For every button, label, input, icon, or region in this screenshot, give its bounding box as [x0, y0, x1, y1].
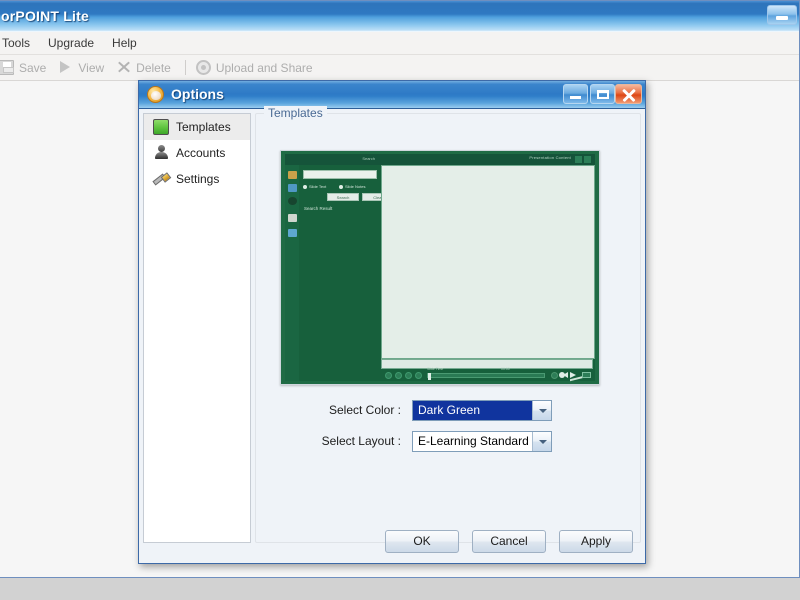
sidebar-item-settings[interactable]: Settings [144, 166, 250, 192]
preview-search-button: Search [327, 193, 359, 201]
dialog-titlebar: Options [139, 81, 645, 109]
menu-item-tools[interactable]: Tools [0, 33, 39, 53]
preview-seek-time: 00:00 [501, 367, 510, 371]
menu-item-help[interactable]: Help [103, 33, 146, 53]
minimize-icon [570, 96, 581, 99]
close-x-icon [116, 60, 131, 75]
menu-item-upgrade[interactable]: Upgrade [39, 33, 103, 53]
groupbox-legend: Templates [264, 106, 327, 120]
preview-record-icon [559, 372, 565, 378]
toolbar-view-label: View [78, 60, 105, 75]
preview-search-label: Search [362, 156, 375, 161]
preview-search-panel: Search Slide Text Slide Notes Search Cle… [299, 156, 394, 381]
application-minimize-button[interactable] [767, 5, 797, 25]
toolbar-delete-label: Delete [136, 60, 171, 75]
select-layout-row: Select Layout : E-Learning Standard [256, 431, 640, 453]
toolbar: Save View Delete Upload and Share [0, 55, 799, 81]
select-layout-value: E-Learning Standard [418, 434, 529, 448]
accounts-person-icon [153, 145, 169, 161]
options-app-icon [147, 86, 164, 103]
preview-seek-label: Slide Time [427, 367, 444, 371]
toolbar-separator [184, 60, 186, 75]
toolbar-upload-label: Upload and Share [215, 60, 313, 75]
apply-button[interactable]: Apply [559, 530, 633, 553]
preview-icon-rail [285, 165, 299, 381]
dialog-maximize-button[interactable] [590, 84, 615, 104]
dialog-close-button[interactable] [615, 84, 642, 104]
toolbar-view-button[interactable]: View [54, 58, 112, 77]
preview-search-result-label: Search Result [304, 206, 333, 211]
toolbar-save-button[interactable]: Save [0, 58, 54, 77]
application-title: orPOINT Lite [1, 8, 89, 24]
play-icon [58, 60, 73, 75]
sidebar-item-templates[interactable]: Templates [144, 114, 250, 140]
preview-seek-bar [427, 372, 545, 380]
dialog-minimize-button[interactable] [563, 84, 588, 104]
preview-control-icon-3 [405, 371, 412, 379]
preview-mute-icon [551, 371, 558, 379]
templates-icon [153, 119, 169, 135]
sidebar-item-label: Accounts [176, 146, 226, 160]
preview-seek-knob [428, 372, 431, 380]
preview-radio-slide-text: Slide Text [302, 184, 327, 189]
dialog-title: Options [171, 86, 224, 102]
preview-slide-area [381, 165, 595, 359]
sidebar-item-label: Templates [176, 120, 231, 134]
preview-control-icon-2 [395, 371, 402, 379]
maximize-icon [597, 90, 609, 99]
toolbar-delete-button[interactable]: Delete [112, 58, 179, 77]
upload-icon [195, 60, 211, 75]
select-layout-dropdown[interactable]: E-Learning Standard [412, 431, 552, 452]
preview-rail-thumbnails-icon [287, 184, 297, 192]
preview-control-icon-4 [415, 371, 422, 379]
templates-groupbox: Templates Presentation Content Search Sl… [255, 106, 641, 543]
preview-fullscreen-icon [582, 372, 591, 378]
preview-player-controls: Slide Time 00:00 [381, 367, 595, 382]
sidebar-item-accounts[interactable]: Accounts [144, 140, 250, 166]
ok-button[interactable]: OK [385, 530, 459, 553]
select-color-value: Dark Green [413, 401, 532, 420]
dialog-action-buttons: OK Cancel Apply [385, 530, 633, 553]
chevron-down-icon[interactable] [532, 401, 551, 420]
template-preview-thumbnail[interactable]: Presentation Content Search Slide Text S… [280, 150, 600, 385]
menu-bar: Tools Upgrade Help [0, 32, 799, 55]
toolbar-save-label: Save [19, 60, 47, 75]
preview-control-icon-1 [385, 371, 392, 379]
select-color-dropdown[interactable]: Dark Green [412, 400, 552, 421]
options-sidebar: Templates Accounts Settings [143, 113, 251, 543]
cancel-button[interactable]: Cancel [472, 530, 546, 553]
preview-header-button-1 [575, 156, 582, 163]
application-titlebar: orPOINT Lite [0, 1, 799, 32]
sidebar-item-label: Settings [176, 172, 220, 186]
select-color-row: Select Color : Dark Green [256, 400, 640, 422]
select-layout-label: Select Layout : [321, 434, 401, 448]
preview-search-input [303, 170, 377, 179]
preview-header-bar: Presentation Content [285, 154, 595, 165]
preview-rail-outline-icon [287, 171, 297, 179]
preview-header-button-2 [584, 156, 591, 163]
preview-rail-notes-icon [287, 214, 297, 222]
preview-notes-area [381, 359, 593, 369]
preview-play-icon [570, 372, 576, 378]
preview-radio-slide-notes: Slide Notes [338, 184, 366, 189]
save-icon [0, 60, 14, 75]
chevron-down-icon[interactable] [532, 432, 551, 451]
select-color-label: Select Color : [328, 403, 401, 417]
toolbar-upload-and-share-button[interactable]: Upload and Share [192, 58, 321, 77]
dialog-content: Templates Accounts Settings Templates Pr… [139, 106, 645, 563]
preview-header-title: Presentation Content [529, 155, 571, 160]
options-dialog: Options Templates Accounts Settings Temp… [138, 80, 646, 564]
minimize-icon [776, 16, 788, 20]
settings-screwdriver-icon [153, 171, 169, 187]
preview-player-frame: Presentation Content Search Slide Text S… [285, 154, 595, 382]
preview-rail-search-icon [287, 197, 297, 205]
preview-rail-grid-icon [287, 229, 297, 237]
